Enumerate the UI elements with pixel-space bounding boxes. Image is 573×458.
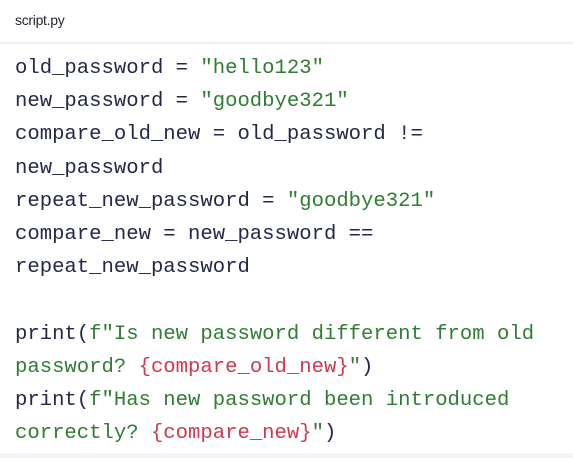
code-token: compare_old_new = old_password != (15, 123, 423, 147)
string-literal: password? (15, 355, 139, 379)
code-token: print( (15, 322, 90, 346)
string-literal: " (348, 355, 362, 379)
code-line: print(f"Is new password different from o… (15, 318, 534, 351)
code-footer (0, 453, 573, 458)
code-token: compare_new = new_password == (15, 222, 374, 246)
string-literal: f"Is new password different from old (89, 322, 535, 346)
code-token: print( (15, 388, 90, 412)
code-line: compare_new = new_password == (15, 218, 534, 251)
code-line: repeat_new_password = "goodbye321" (15, 185, 534, 218)
code-line: new_password = "goodbye321" (15, 85, 534, 118)
interpolation-expression: {compare_new} (150, 422, 312, 446)
file-header: script.py (0, 0, 573, 44)
code-token: new_password (15, 156, 164, 180)
code-line: compare_old_new = old_password != (15, 118, 534, 151)
code-line: print(f"Has new password been introduced (15, 384, 534, 417)
string-literal: f"Has new password been introduced (89, 388, 510, 412)
code-token: repeat_new_password (15, 256, 250, 280)
code-line: new_password (15, 152, 534, 185)
string-literal: "goodbye321" (286, 189, 436, 213)
code-token: old_password = (15, 57, 201, 80)
string-literal: "hello123" (200, 57, 324, 80)
file-name: script.py (15, 12, 65, 28)
code-token: ) (323, 422, 337, 446)
string-literal: "goodbye321" (200, 90, 349, 114)
code-line: password? {compare_old_new}") (15, 351, 534, 384)
interpolation-expression: {compare_old_new} (138, 355, 349, 379)
code-token: repeat_new_password = (15, 189, 287, 213)
string-literal: correctly? (15, 422, 151, 446)
code-token: new_password = (15, 90, 201, 114)
code-line: repeat_new_password (15, 251, 534, 284)
string-literal: " (311, 422, 324, 446)
code-token: ) (361, 355, 374, 379)
code-line: correctly? {compare_new}") (15, 417, 534, 450)
code-line: old_password = "hello123" (15, 52, 534, 85)
code-block[interactable]: old_password = "hello123" new_password = … (15, 52, 534, 450)
